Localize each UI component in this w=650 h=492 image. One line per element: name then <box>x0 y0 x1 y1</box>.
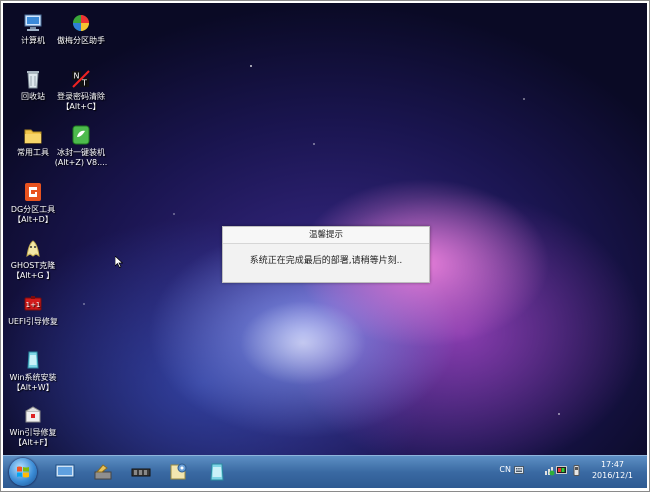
removable-device-icon[interactable] <box>572 465 581 476</box>
desktop-icon-label: 冰封一键装机 (Alt+Z) V8.... <box>54 148 108 167</box>
windows-logo-icon <box>17 466 29 478</box>
desktop-icon-label: DG分区工具 【Alt+D】 <box>10 205 56 224</box>
desktop-icon-bingfeng-install[interactable]: 冰封一键装机 (Alt+Z) V8.... <box>51 124 111 168</box>
keyboard-icon[interactable] <box>514 466 524 474</box>
uefi-repair-icon: 1+1 <box>24 296 42 311</box>
dialog-title: 温馨提示 <box>223 227 429 244</box>
desktop-icon-win-install[interactable]: Win系统安装 【Alt+W】 <box>3 349 63 393</box>
desktop-icon-win-boot-repair[interactable]: Win引导修复 【Alt+F】 <box>3 404 63 448</box>
taskbar: CN 17:47 2016/12/1 <box>3 455 647 488</box>
taskbar-tools-button[interactable] <box>89 460 117 484</box>
win-install-icon <box>27 351 39 369</box>
dg-partition-icon <box>25 183 41 201</box>
desktop-icon-label: Win系统安装 【Alt+W】 <box>9 373 57 392</box>
win-boot-repair-icon <box>25 406 41 423</box>
taskbar-memory-button[interactable] <box>127 460 155 484</box>
taskbar-desktop-button[interactable] <box>51 460 79 484</box>
desktop-icon-partition-assistant[interactable]: 傲梅分区助手 <box>51 12 111 46</box>
network-icon[interactable] <box>544 465 555 476</box>
dialog-message: 系统正在完成最后的部署,请稍等片刻.. <box>249 256 403 266</box>
gear-tools-icon <box>170 463 187 480</box>
folder-icon <box>24 129 42 144</box>
clock-date: 2016/12/1 <box>591 471 633 480</box>
start-button[interactable] <box>9 458 37 486</box>
taskbar-settings-button[interactable] <box>165 460 193 484</box>
desktop-icon-uefi-repair[interactable]: 1+1 UEFI引导修复 <box>3 293 63 327</box>
svg-text:N: N <box>74 72 80 81</box>
clock[interactable]: 17:47 2016/12/1 <box>592 459 633 481</box>
desktop-icon-ghost[interactable]: GHOST克隆 【Alt+G 】 <box>3 237 63 281</box>
desktop-icon-label: UEFI引导修复 <box>8 317 58 326</box>
desktop-icon-dg-partition[interactable]: DG分区工具 【Alt+D】 <box>3 181 63 225</box>
install-tool-icon <box>210 463 224 481</box>
mouse-pointer-icon <box>115 256 123 268</box>
recycle-bin-icon <box>27 71 39 89</box>
computer-icon <box>24 14 42 31</box>
desktop-icon-label: 傲梅分区助手 <box>57 36 105 45</box>
desktop-icon-label: Win引导修复 【Alt+F】 <box>9 428 57 447</box>
clock-time: 17:47 <box>600 460 625 469</box>
notice-dialog: 温馨提示 系统正在完成最后的部署,请稍等片刻.. <box>222 226 430 283</box>
window-frame: 计算机 回收站 常用工具 DG分区工具 【Alt+D】 GHOST克隆 【Alt… <box>0 0 650 492</box>
memory-chip-icon <box>131 468 151 477</box>
desktop-icon-label: 登录密码清除 【Alt+C】 <box>57 92 105 111</box>
svg-text:1+1: 1+1 <box>26 301 41 309</box>
desktop-icon-password-clear[interactable]: N T 登录密码清除 【Alt+C】 <box>51 68 111 112</box>
display-icon[interactable] <box>556 465 567 476</box>
bingfeng-install-icon <box>72 125 90 145</box>
desktop[interactable]: 计算机 回收站 常用工具 DG分区工具 【Alt+D】 GHOST克隆 【Alt… <box>3 3 647 487</box>
password-clear-icon: N T <box>72 70 90 88</box>
svg-text:T: T <box>81 79 87 88</box>
taskbar-install-button[interactable] <box>203 460 231 484</box>
language-indicator[interactable]: CN <box>499 465 511 474</box>
partition-assistant-icon <box>73 15 89 31</box>
desktop-icon-label: GHOST克隆 【Alt+G 】 <box>10 261 56 280</box>
show-desktop-icon <box>55 464 75 478</box>
tools-icon <box>94 464 112 480</box>
ghost-icon <box>26 240 40 258</box>
